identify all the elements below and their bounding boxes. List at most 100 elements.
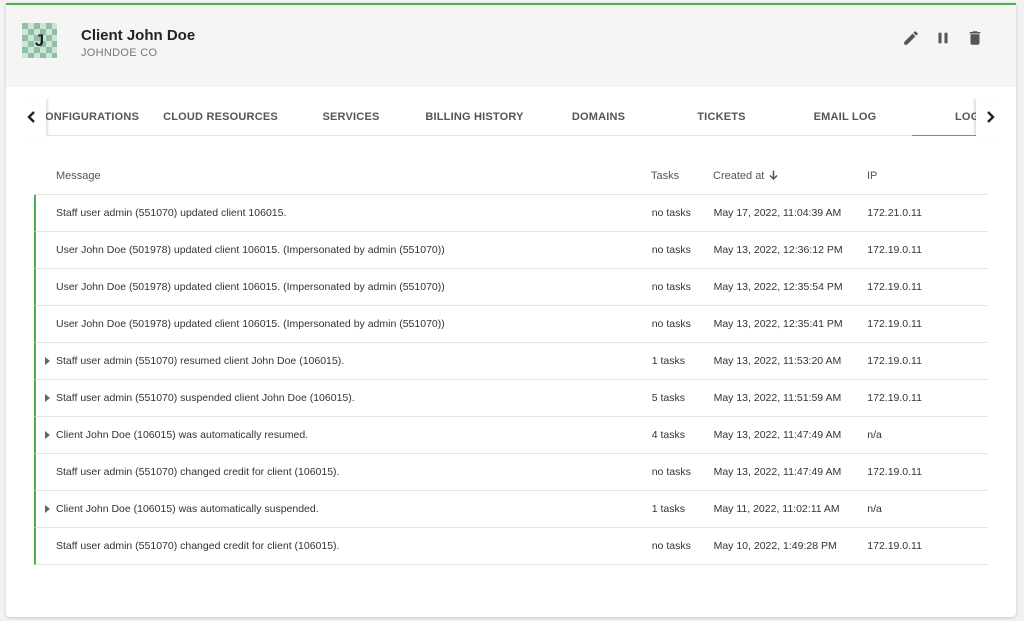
header-tasks[interactable]: Tasks: [651, 170, 713, 182]
row-created-at: May 13, 2022, 11:51:59 AM: [714, 392, 868, 404]
row-created-at-text: May 13, 2022, 12:36:12 PM: [713, 244, 843, 256]
tab-cloud-resources[interactable]: CLOUD RESOURCES: [156, 98, 285, 136]
tab-scroll-right-button[interactable]: [976, 98, 1004, 136]
row-tasks-text: no tasks: [651, 540, 691, 552]
row-ip: 172.21.0.11: [867, 207, 988, 219]
row-ip: n/a: [867, 429, 988, 441]
row-ip: 172.19.0.11: [867, 392, 988, 404]
row-ip-text: n/a: [867, 429, 882, 441]
avatar: J: [22, 23, 57, 58]
tab-logs[interactable]: LOGS: [912, 98, 976, 136]
arrow-down-icon: [769, 170, 778, 183]
row-ip-text: 172.19.0.11: [867, 318, 922, 330]
row-ip-text: 172.21.0.11: [867, 207, 922, 219]
tab-billing-history[interactable]: BILLING HISTORY: [417, 98, 532, 136]
table-row[interactable]: Client John Doe (106015) was automatical…: [34, 417, 988, 454]
row-created-at: May 13, 2022, 12:36:12 PM: [714, 244, 868, 256]
tab-viewport: CONFIGURATIONS CLOUD RESOURCES SERVICES …: [46, 98, 976, 136]
row-ip: 172.19.0.11: [867, 281, 988, 293]
row-message-text: Staff user admin (551070) changed credit…: [56, 540, 340, 552]
table-row: Staff user admin (551070) updated client…: [34, 195, 988, 232]
row-ip: 172.19.0.11: [867, 466, 988, 478]
expand-caret-icon[interactable]: [45, 505, 50, 513]
tab-services[interactable]: SERVICES: [285, 98, 417, 136]
row-message: Staff user admin (551070) suspended clie…: [36, 392, 652, 404]
row-tasks: no tasks: [652, 540, 714, 552]
row-created-at: May 13, 2022, 11:53:20 AM: [714, 355, 868, 367]
table-row[interactable]: Staff user admin (551070) suspended clie…: [34, 380, 988, 417]
row-created-at: May 13, 2022, 11:47:49 AM: [714, 466, 868, 478]
header-message[interactable]: Message: [34, 170, 651, 182]
row-tasks: no tasks: [652, 244, 714, 256]
expand-caret-icon[interactable]: [45, 394, 50, 402]
client-name: Client John Doe: [81, 27, 196, 44]
row-ip: 172.19.0.11: [867, 355, 988, 367]
table-row: User John Doe (501978) updated client 10…: [34, 269, 988, 306]
row-message: User John Doe (501978) updated client 10…: [36, 244, 652, 256]
chevron-right-icon: [987, 111, 995, 123]
chevron-left-icon: [27, 111, 35, 123]
table-header: Message Tasks Created at IP: [34, 158, 988, 195]
tab-tickets[interactable]: TICKETS: [665, 98, 778, 136]
row-created-at: May 10, 2022, 1:49:28 PM: [714, 540, 868, 552]
row-created-at: May 17, 2022, 11:04:39 AM: [714, 207, 868, 219]
trash-icon[interactable]: [966, 29, 984, 47]
table-row[interactable]: Client John Doe (106015) was automatical…: [34, 491, 988, 528]
table-row: Staff user admin (551070) changed credit…: [34, 454, 988, 491]
row-created-at-text: May 13, 2022, 11:53:20 AM: [713, 355, 842, 367]
table-row[interactable]: Staff user admin (551070) resumed client…: [34, 343, 988, 380]
row-message-text: User John Doe (501978) updated client 10…: [56, 244, 445, 256]
row-tasks-text: no tasks: [651, 207, 691, 219]
header-created-at[interactable]: Created at: [713, 170, 867, 183]
row-created-at-text: May 13, 2022, 11:51:59 AM: [713, 392, 842, 404]
row-created-at-text: May 13, 2022, 12:35:41 PM: [713, 318, 843, 330]
row-created-at: May 13, 2022, 12:35:41 PM: [714, 318, 868, 330]
row-ip-text: 172.19.0.11: [867, 355, 922, 367]
header-created-at-label: Created at: [713, 169, 765, 182]
row-tasks-text: no tasks: [651, 466, 691, 478]
row-tasks: 4 tasks: [652, 429, 714, 441]
row-tasks: no tasks: [652, 466, 714, 478]
client-header: J Client John Doe JOHNDOE CO: [6, 5, 1016, 87]
expand-caret-icon[interactable]: [45, 431, 50, 439]
row-message: Staff user admin (551070) resumed client…: [36, 355, 652, 367]
row-created-at-text: May 10, 2022, 1:49:28 PM: [713, 540, 837, 552]
logs-table: Message Tasks Created at IP Staff user a…: [34, 158, 988, 565]
row-message-text: Client John Doe (106015) was automatical…: [56, 503, 319, 515]
tab-scroll-left-button[interactable]: [18, 98, 46, 136]
pause-icon[interactable]: [934, 29, 952, 47]
header-actions: [902, 29, 984, 47]
header-ip[interactable]: IP: [867, 170, 988, 182]
row-ip-text: 172.19.0.11: [867, 540, 922, 552]
row-message: Staff user admin (551070) updated client…: [36, 207, 652, 219]
row-ip: 172.19.0.11: [867, 540, 988, 552]
row-ip-text: 172.19.0.11: [867, 281, 922, 293]
row-created-at-text: May 13, 2022, 11:47:49 AM: [713, 466, 842, 478]
row-message-text: Client John Doe (106015) was automatical…: [56, 429, 309, 441]
row-created-at: May 13, 2022, 11:47:49 AM: [714, 429, 868, 441]
row-tasks-text: no tasks: [651, 318, 691, 330]
tab-configurations[interactable]: CONFIGURATIONS: [46, 98, 156, 136]
client-company: JOHNDOE CO: [81, 47, 158, 59]
row-message: Staff user admin (551070) changed credit…: [36, 540, 652, 552]
row-created-at: May 11, 2022, 11:02:11 AM: [714, 503, 868, 515]
tab-bar: CONFIGURATIONS CLOUD RESOURCES SERVICES …: [18, 98, 1004, 136]
avatar-initial: J: [34, 30, 45, 50]
row-tasks: 1 tasks: [652, 355, 714, 367]
row-message-text: Staff user admin (551070) suspended clie…: [56, 392, 355, 404]
table-row: User John Doe (501978) updated client 10…: [34, 232, 988, 269]
row-message: User John Doe (501978) updated client 10…: [36, 318, 652, 330]
tab-email-log[interactable]: EMAIL LOG: [778, 98, 912, 136]
pencil-icon[interactable]: [902, 29, 920, 47]
row-created-at-text: May 13, 2022, 11:47:49 AM: [713, 429, 842, 441]
row-message-text: User John Doe (501978) updated client 10…: [56, 318, 445, 330]
row-tasks: no tasks: [652, 318, 714, 330]
tab-domains[interactable]: DOMAINS: [532, 98, 665, 136]
row-message-text: Staff user admin (551070) resumed client…: [56, 355, 345, 367]
row-message: Client John Doe (106015) was automatical…: [36, 503, 652, 515]
table-body: Staff user admin (551070) updated client…: [34, 195, 988, 565]
expand-caret-icon[interactable]: [45, 357, 50, 365]
tab-strip: CONFIGURATIONS CLOUD RESOURCES SERVICES …: [46, 98, 976, 136]
row-tasks-text: 1 tasks: [651, 355, 685, 367]
client-card: J Client John Doe JOHNDOE CO CONFIGURATI…: [6, 3, 1016, 617]
